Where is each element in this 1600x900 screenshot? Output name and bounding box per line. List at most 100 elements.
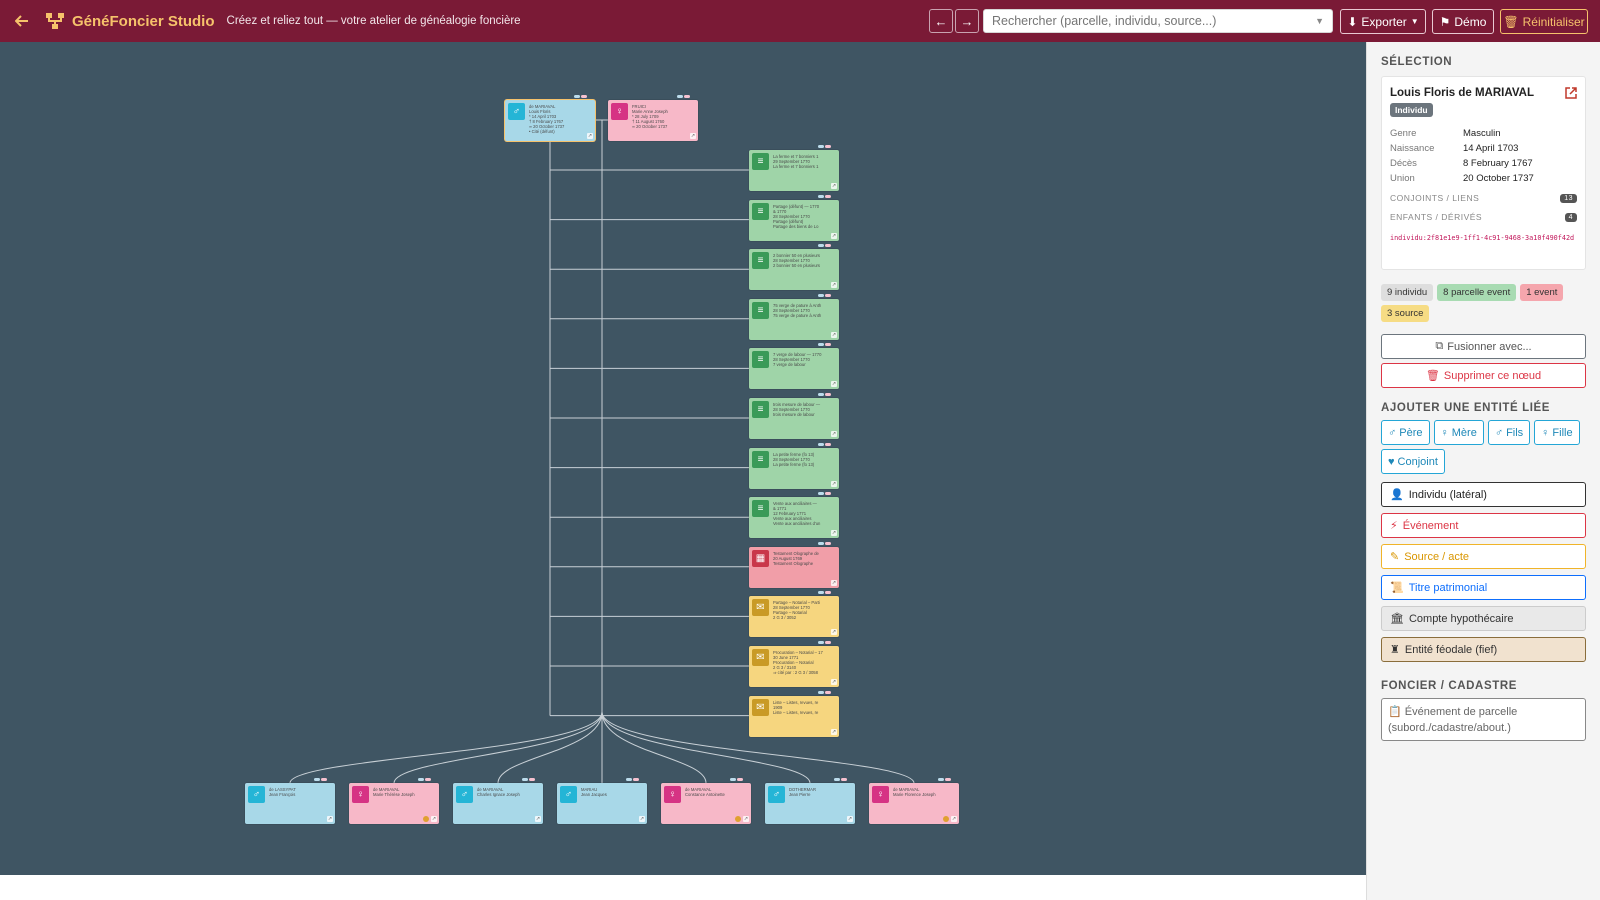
- type-count-badge[interactable]: 9 individu: [1381, 284, 1434, 301]
- linked-node[interactable]: ✉ Liste – Listes, revues, re 1909 Liste – L…: [749, 690, 839, 737]
- open-node-icon[interactable]: ↗: [743, 816, 749, 822]
- port-dot: [825, 343, 831, 347]
- open-node-icon[interactable]: ↗: [831, 232, 837, 239]
- child-node[interactable]: ♀ de MARIAVAL Marie Thérèse Joseph ↗: [349, 778, 439, 824]
- add-fief-button[interactable]: ♜ Entité féodale (fief): [1381, 637, 1586, 662]
- open-node-icon[interactable]: ↗: [831, 282, 837, 289]
- demo-button[interactable]: ⚑ Démo: [1432, 9, 1494, 34]
- parent-node[interactable]: ♀ FRUICI Marie Anne Joseph * 28 July 1709 † …: [608, 95, 698, 141]
- open-node-icon[interactable]: ↗: [951, 816, 957, 822]
- node-label: Liste – Listes, revues, re 1909 Liste – Li…: [773, 700, 836, 732]
- add-compte-button[interactable]: 🏛 Compte hypothécaire: [1381, 606, 1586, 631]
- open-node-icon[interactable]: ↗: [831, 331, 837, 338]
- open-node-icon[interactable]: ↗: [847, 816, 853, 822]
- child-node[interactable]: ♂ MARIAU Jean Jacques ↗: [557, 778, 647, 824]
- linked-node[interactable]: ≡ Partage (défunt) — 1770 & 1770 28 Septemb…: [749, 194, 839, 241]
- port-dot: [818, 641, 824, 644]
- sitemap-logo-icon: [44, 10, 66, 32]
- port-dots: [938, 778, 951, 781]
- open-node-icon[interactable]: ↗: [831, 530, 837, 537]
- open-node-icon[interactable]: ↗: [431, 816, 437, 822]
- open-node-icon[interactable]: ↗: [831, 183, 837, 189]
- open-node-icon[interactable]: ↗: [690, 133, 696, 139]
- child-node[interactable]: ♂ DOTHERMAR Jean Pierre ↗: [765, 778, 855, 824]
- port-dot: [633, 778, 639, 781]
- type-count-badge[interactable]: 1 event: [1520, 284, 1564, 301]
- back-arrow-icon[interactable]: [8, 7, 36, 35]
- type-count-badge[interactable]: 8 parcelle event: [1437, 284, 1517, 301]
- add-daughter-button[interactable]: ♀ Fille: [1534, 420, 1580, 445]
- open-node-icon[interactable]: ↗: [327, 816, 333, 822]
- child-node[interactable]: ♂ de MARIAVAL Charles Ignace Joseph ↗: [453, 778, 543, 824]
- chevron-down-icon[interactable]: ▼: [1315, 16, 1324, 26]
- add-spouse-button[interactable]: ♥ Conjoint: [1381, 449, 1445, 474]
- parent-node[interactable]: ♂ de MARIAVAL Louis Floris * 14 April 1703 †…: [505, 95, 595, 141]
- node-line: Liste – Listes, revues, re: [773, 709, 819, 715]
- add-event-button[interactable]: ⚡ Événement: [1381, 513, 1586, 538]
- open-node-icon[interactable]: ↗: [831, 579, 837, 586]
- venus-icon: ♀: [611, 103, 628, 120]
- add-son-button[interactable]: ♂ Fils: [1487, 420, 1531, 445]
- open-node-icon[interactable]: ↗: [831, 679, 837, 685]
- history-back-button[interactable]: ←: [929, 9, 953, 33]
- add-lateral-individual-button[interactable]: 👤 Individu (latéral): [1381, 482, 1586, 507]
- open-node-icon[interactable]: ↗: [639, 816, 645, 822]
- linked-node[interactable]: ≡ 75 verge de pature à Anth 28 September 1…: [749, 293, 839, 340]
- open-node-icon[interactable]: ↗: [831, 381, 837, 388]
- linked-node[interactable]: ≡ trois mesure de labour —28 September 17…: [749, 393, 839, 439]
- node-line: La petite ferme (fo 13): [773, 461, 815, 467]
- selection-title: SÉLECTION: [1381, 56, 1453, 68]
- delete-node-button[interactable]: 🗑 Supprimer ce nœud: [1381, 363, 1586, 388]
- app-tagline: Créez et reliez tout — votre atelier de …: [226, 15, 521, 27]
- mars-icon: ♂: [1494, 426, 1504, 439]
- open-node-icon[interactable]: ↗: [831, 431, 837, 437]
- add-titre-button[interactable]: 📜 Titre patrimonial: [1381, 575, 1586, 600]
- node-label: Partage – Notarial – Parti 28 September 1…: [773, 600, 836, 632]
- linked-node[interactable]: ✉ Partage – Notarial – Parti 28 September …: [749, 591, 839, 638]
- field-list: Genre Masculin Naissance 14 April 1703 Décès…: [1390, 128, 1577, 184]
- mars-icon: ♂: [508, 103, 525, 120]
- external-link-icon[interactable]: [1565, 87, 1577, 102]
- export-button[interactable]: ⬇ Exporter ▼: [1340, 9, 1426, 34]
- linked-node[interactable]: ≡ La ferme et 7 bonniers 1 29 September 17…: [749, 145, 839, 191]
- open-node-icon[interactable]: ↗: [831, 480, 837, 487]
- child-node[interactable]: ♀ de MARIAVAL Marie Florence Joseph ↗: [869, 778, 959, 824]
- child-node[interactable]: ♂ de LASSYPAT Jean François ↗: [245, 778, 335, 824]
- port-dots: [818, 541, 831, 545]
- reset-button[interactable]: 🗑 Réinitialiser: [1500, 9, 1588, 34]
- add-source-button[interactable]: ✎ Source / acte: [1381, 544, 1586, 569]
- add-parcel-event-button[interactable]: 📋 Événement de parcelle (subord./cadastr…: [1381, 698, 1586, 741]
- linked-node[interactable]: ≡ 2 bonnier 50 en plusieurs 28 September 1…: [749, 244, 839, 291]
- linked-node[interactable]: ≡ Vente aux anciliaires — & 1771 12 Februar…: [749, 492, 839, 539]
- node-line: Jean Jacques: [581, 792, 607, 797]
- field-value: Masculin: [1463, 128, 1501, 139]
- search-box[interactable]: ▼: [983, 9, 1333, 33]
- open-node-icon[interactable]: ↗: [535, 816, 541, 822]
- add-mother-button[interactable]: ♀ Mère: [1433, 420, 1484, 445]
- node-label: 7 verge de labour — 1770 28 September 177…: [773, 352, 836, 384]
- download-icon: ⬇: [1347, 14, 1358, 29]
- port-dots: [818, 492, 831, 496]
- port-dot: [818, 293, 824, 297]
- child-node[interactable]: ♀ de MARIAVAL Constance Antoinette ↗: [661, 778, 751, 824]
- merge-icon: ⧉: [1435, 340, 1444, 352]
- linked-node[interactable]: ▦ Testament Olographe de 20 August 1769 Tes…: [749, 541, 839, 588]
- linked-node[interactable]: ≡ La petite ferme (fo 13) 28 September 177…: [749, 442, 839, 489]
- source-label: Source / acte: [1404, 550, 1470, 563]
- linked-node[interactable]: ≡ 7 verge de labour — 1770 28 September 17…: [749, 343, 839, 390]
- linked-node[interactable]: ✉ Procuration – Notarial – 17 30 June 1771…: [749, 641, 839, 687]
- reset-label: Réinitialiser: [1522, 14, 1585, 29]
- open-node-icon[interactable]: ↗: [831, 629, 837, 636]
- search-input[interactable]: [992, 14, 1316, 28]
- type-count-badge[interactable]: 3 source: [1381, 305, 1430, 322]
- compte-label: Compte hypothécaire: [1408, 612, 1514, 625]
- type-badge: Individu: [1390, 103, 1433, 117]
- add-father-button[interactable]: ♂ Père: [1381, 420, 1430, 445]
- history-forward-button[interactable]: →: [955, 9, 979, 33]
- open-node-icon[interactable]: ↗: [831, 728, 837, 735]
- graph-canvas[interactable]: ♂ de MARIAVAL Louis Floris * 14 April 1703 †…: [0, 42, 1366, 875]
- port-dots: [314, 778, 327, 781]
- port-dot: [825, 293, 831, 297]
- open-node-icon[interactable]: ↗: [587, 133, 593, 139]
- merge-button[interactable]: ⧉ Fusionner avec...: [1381, 334, 1586, 359]
